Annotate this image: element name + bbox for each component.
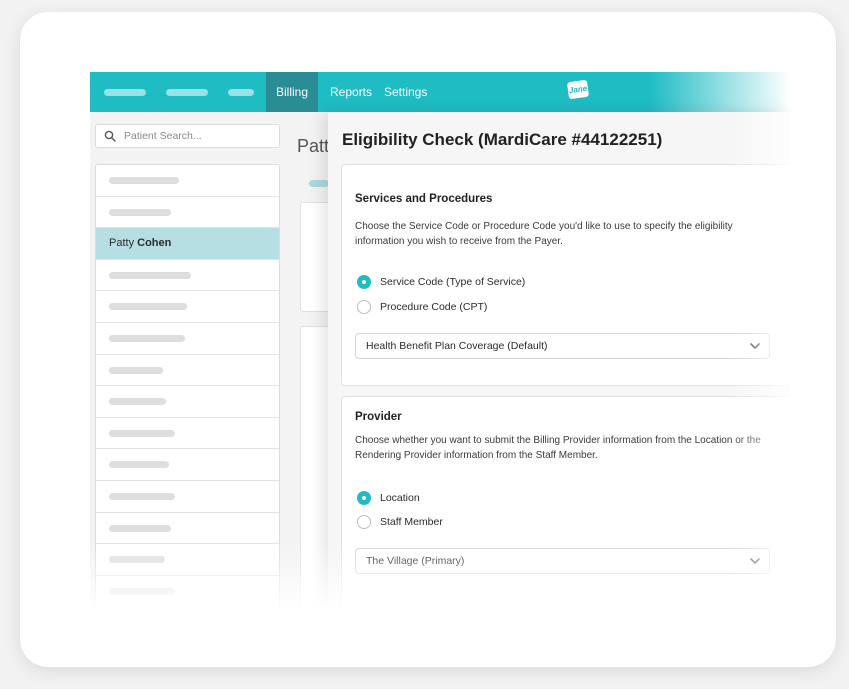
radio-selected-icon[interactable] — [357, 275, 371, 289]
nav-reports[interactable]: Reports — [330, 72, 372, 112]
list-item[interactable] — [96, 449, 279, 481]
frame-card: Billing Reports Settings Jane Patient Se… — [20, 12, 836, 667]
list-item[interactable] — [96, 576, 279, 608]
provider-description: Choose whether you want to submit the Bi… — [355, 435, 761, 461]
nav-settings[interactable]: Settings — [384, 72, 427, 112]
provider-title: Provider — [355, 411, 402, 423]
radio-selected-icon[interactable] — [357, 491, 371, 505]
services-description: Choose the Service Code or Procedure Cod… — [355, 221, 733, 247]
list-item[interactable] — [96, 260, 279, 292]
list-item[interactable] — [96, 355, 279, 387]
search-placeholder: Patient Search... — [124, 130, 202, 142]
patient-list: Patty Cohen — [95, 164, 280, 612]
panel-title: Eligibility Check (MardiCare #44122251) — [342, 130, 663, 149]
list-item[interactable] — [96, 418, 279, 450]
chevron-down-icon — [750, 343, 760, 349]
search-icon — [104, 130, 116, 142]
nav-placeholder-2[interactable] — [166, 89, 208, 96]
patient-search-input[interactable]: Patient Search... — [95, 124, 280, 148]
location-select[interactable]: The Village (Primary) — [355, 548, 770, 574]
nav-placeholder-1[interactable] — [104, 89, 146, 96]
nav-billing[interactable]: Billing — [266, 72, 318, 112]
list-item[interactable] — [96, 481, 279, 513]
list-item[interactable] — [96, 323, 279, 355]
app-window: Billing Reports Settings Jane Patient Se… — [90, 72, 790, 612]
list-item[interactable] — [96, 513, 279, 545]
patient-name: Patty Cohen — [109, 237, 172, 250]
provider-section: Provider Choose whether you want to subm… — [341, 396, 790, 612]
list-item[interactable] — [96, 165, 279, 197]
patient-card — [300, 326, 330, 612]
radio-unselected-icon[interactable] — [357, 515, 371, 529]
patient-page-title: Patt — [297, 136, 330, 156]
services-section: Services and Procedures Choose the Servi… — [341, 164, 790, 386]
top-nav-bar: Billing Reports Settings Jane — [90, 72, 790, 112]
services-title: Services and Procedures — [355, 193, 493, 205]
list-item[interactable] — [96, 544, 279, 576]
service-code-select[interactable]: Health Benefit Plan Coverage (Default) — [355, 333, 770, 359]
radio-procedure-code[interactable]: Procedure Code (CPT) — [357, 299, 487, 315]
radio-location[interactable]: Location — [357, 490, 420, 506]
list-item[interactable] — [96, 197, 279, 229]
list-item[interactable] — [96, 291, 279, 323]
radio-unselected-icon[interactable] — [357, 300, 371, 314]
nav-placeholder-3[interactable] — [228, 89, 254, 96]
list-item[interactable] — [96, 386, 279, 418]
patient-card — [300, 202, 330, 312]
radio-service-code[interactable]: Service Code (Type of Service) — [357, 274, 525, 290]
radio-staff-member[interactable]: Staff Member — [357, 514, 443, 530]
chevron-down-icon — [750, 558, 760, 564]
tab-placeholder[interactable] — [309, 180, 329, 187]
list-item-selected[interactable]: Patty Cohen — [96, 228, 279, 260]
eligibility-panel: Eligibility Check (MardiCare #44122251) … — [328, 112, 790, 612]
jane-logo-icon[interactable]: Jane — [566, 79, 590, 100]
